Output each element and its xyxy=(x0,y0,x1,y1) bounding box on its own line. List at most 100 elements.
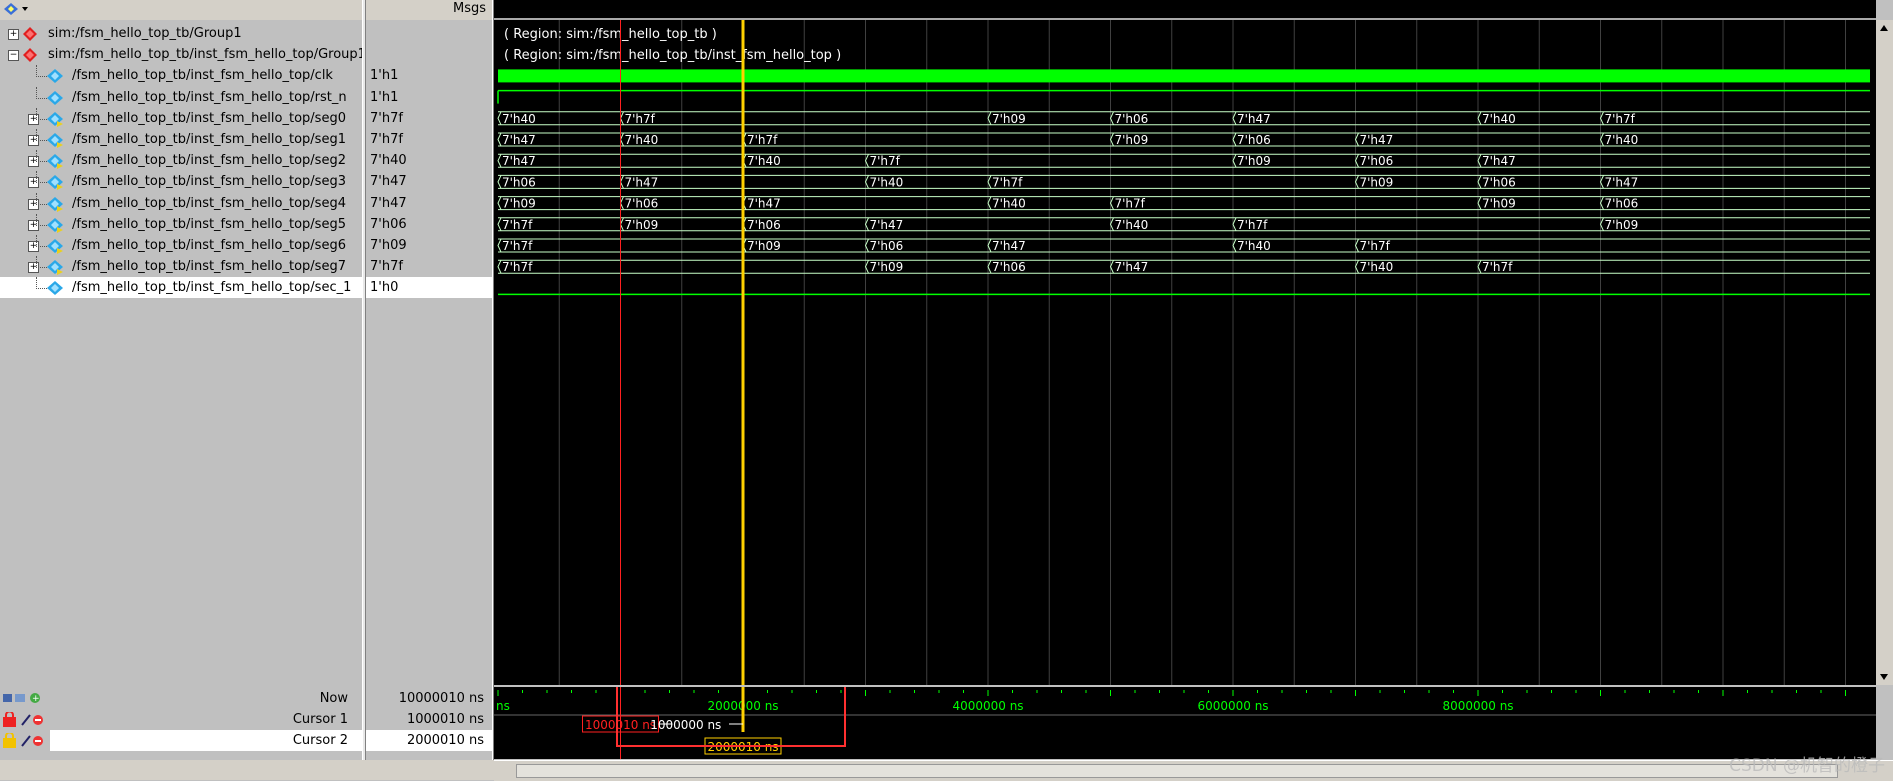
signal-row[interactable]: +/fsm_hello_top_tb/inst_fsm_hello_top/se… xyxy=(0,235,362,256)
now-row: + Now xyxy=(0,687,362,709)
axis-label: 4000000 ns xyxy=(952,699,1023,713)
signal-row[interactable]: +/fsm_hello_top_tb/inst_fsm_hello_top/se… xyxy=(0,150,362,171)
watermark: CSDN @机智的橙子 xyxy=(1729,756,1885,776)
signal-row[interactable]: +/fsm_hello_top_tb/inst_fsm_hello_top/se… xyxy=(0,129,362,150)
bus-value-label: 7'h7f xyxy=(625,112,656,126)
tree-line xyxy=(36,192,47,205)
signal-value: 7'h06 xyxy=(370,216,407,232)
cursor2-lock-icon[interactable] xyxy=(2,731,48,748)
signal-name: /fsm_hello_top_tb/inst_fsm_hello_top/seg… xyxy=(72,174,346,190)
signal-name: sim:/fsm_hello_top_tb/Group1 xyxy=(48,26,242,41)
signal-row[interactable]: − sim:/fsm_hello_top_tb/inst_fsm_hello_to… xyxy=(0,44,366,65)
cursor2-value[interactable]: 2000010 ns xyxy=(407,733,484,748)
bus-value-label: 7'h09 xyxy=(1115,133,1149,147)
bus-value-label: 7'h09 xyxy=(1237,154,1271,168)
vertical-scrollbar[interactable] xyxy=(1876,20,1893,685)
signal-row[interactable]: /fsm_hello_top_tb/inst_fsm_hello_top/clk xyxy=(0,65,362,86)
bus-value-label: 7'h7f xyxy=(1482,260,1513,274)
waveform-canvas[interactable]: ( Region: sim:/fsm_hello_top_tb ) ( Regio… xyxy=(494,20,1876,685)
cursor1-value[interactable]: 1000010 ns xyxy=(407,712,484,727)
cursor-value-pane: 10000010 ns 1000010 ns 2000010 ns xyxy=(366,687,492,779)
scroll-down-icon[interactable] xyxy=(1878,671,1890,683)
tree-line xyxy=(36,213,47,226)
tree-line xyxy=(36,277,47,290)
bus-value-label: 7'h40 xyxy=(1237,239,1271,253)
signal-name: /fsm_hello_top_tb/inst_fsm_hello_top/seg… xyxy=(72,153,346,169)
cursor1-lock-icon[interactable] xyxy=(2,710,48,727)
bus-value-label: 7'h40 xyxy=(1115,218,1149,232)
tree-line xyxy=(36,129,47,141)
cursor1-label: Cursor 1 xyxy=(292,712,348,727)
cursor-name-pane: + Now Cursor 1 Cursor 2 xyxy=(0,687,362,779)
signal-name-pane: + sim:/fsm_hello_top_tb/Group1 − sim:/fsm_h… xyxy=(0,20,366,685)
wave-hscroll[interactable] xyxy=(494,760,1893,781)
bus-value-label: 7'h06 xyxy=(502,175,536,189)
bus-transition xyxy=(497,259,502,274)
bus-value-label: 7'h47 xyxy=(1482,154,1516,168)
bus-transition xyxy=(497,153,502,168)
signal-row[interactable]: /fsm_hello_top_tb/inst_fsm_hello_top/rst… xyxy=(0,86,362,108)
now-label: Now xyxy=(319,691,348,706)
wave-hscroll-thumb[interactable] xyxy=(516,764,1838,778)
signal-row[interactable]: +/fsm_hello_top_tb/inst_fsm_hello_top/se… xyxy=(0,213,362,235)
signal-row[interactable]: + sim:/fsm_hello_top_tb/Group1 xyxy=(0,23,362,44)
bus-value-label: 7'h09 xyxy=(1482,197,1516,211)
axis-label: ns xyxy=(496,699,510,713)
signal-row[interactable]: +/fsm_hello_top_tb/inst_fsm_hello_top/se… xyxy=(0,107,362,129)
cursor-toolbar-icons[interactable]: + xyxy=(2,691,46,705)
left-hscroll[interactable] xyxy=(0,760,494,780)
delta-label: 1000000 ns xyxy=(650,718,721,732)
tree-line xyxy=(36,107,47,120)
bus-value-label: 7'h09 xyxy=(502,197,536,211)
signal-value: 7'h7f xyxy=(370,132,403,147)
sim-icon[interactable] xyxy=(2,1,30,17)
cursor-timeline-canvas[interactable]: ns 2000000 ns 4000000 ns 6000000 ns 8000000 … xyxy=(494,669,1876,759)
signal-value: 1'h0 xyxy=(366,277,492,299)
signal-row[interactable]: /fsm_hello_top_tb/inst_fsm_hello_top/sec… xyxy=(0,277,362,299)
clk-wave xyxy=(498,69,1870,83)
axis-label: 6000000 ns xyxy=(1197,699,1268,713)
signal-value: 7'h47 xyxy=(370,195,407,211)
cursor1-row[interactable]: Cursor 1 xyxy=(0,709,362,730)
bus-value-label: 7'h09 xyxy=(1605,218,1639,232)
tree-line xyxy=(36,150,47,163)
scroll-up-icon[interactable] xyxy=(1878,22,1890,34)
signal-value: 1'h1 xyxy=(370,68,399,84)
tree-line xyxy=(36,65,47,78)
bus-value-label: 7'h09 xyxy=(625,218,659,232)
bus-value-label: 7'h06 xyxy=(625,197,659,211)
tree-line xyxy=(36,171,47,184)
bus-value-label: 7'h40 xyxy=(1482,112,1516,126)
bus-value-label: 7'h47 xyxy=(1115,260,1149,274)
collapse-icon[interactable]: − xyxy=(8,50,19,62)
signal-value: 7'h40 xyxy=(370,153,407,169)
bus-value-label: 7'h06 xyxy=(747,218,781,232)
bus-value-label: 7'h7f xyxy=(502,239,533,253)
signal-value: 7'h7f xyxy=(370,259,403,275)
signal-icon xyxy=(46,280,64,303)
bus-value-label: 7'h06 xyxy=(992,260,1026,274)
signal-name: /fsm_hello_top_tb/inst_fsm_hello_top/rst… xyxy=(72,89,347,105)
signal-value: 1'h1 xyxy=(370,89,399,105)
bus-value-label: 7'h47 xyxy=(502,133,536,147)
cursor2-row[interactable]: Cursor 2 xyxy=(0,730,362,751)
bus-value-label: 7'h7f xyxy=(1605,112,1636,126)
bus-transition xyxy=(497,132,502,147)
signal-row[interactable]: +/fsm_hello_top_tb/inst_fsm_hello_top/se… xyxy=(0,192,362,214)
bus-transition xyxy=(497,217,502,232)
bus-value-label: 7'h06 xyxy=(1605,197,1639,211)
bus-value-label: 7'h06 xyxy=(1482,175,1516,189)
bus-value-label: 7'h7f xyxy=(502,218,533,232)
cursor-timeline-pane[interactable]: ns 2000000 ns 4000000 ns 6000000 ns 8000000 … xyxy=(494,669,1876,759)
expand-icon[interactable]: + xyxy=(8,29,19,40)
bus-value-label: 7'h06 xyxy=(1237,133,1271,147)
waveform-pane[interactable]: ( Region: sim:/fsm_hello_top_tb ) ( Regio… xyxy=(494,20,1876,685)
bus-value-label: 7'h40 xyxy=(870,175,904,189)
bus-value-label: 7'h09 xyxy=(870,260,904,274)
signal-row[interactable]: +/fsm_hello_top_tb/inst_fsm_hello_top/se… xyxy=(0,256,362,277)
bus-value-label: 7'h7f xyxy=(992,175,1023,189)
signal-row[interactable]: +/fsm_hello_top_tb/inst_fsm_hello_top/se… xyxy=(0,171,362,192)
bus-value-label: 7'h40 xyxy=(502,112,536,126)
msgs-label: Msgs xyxy=(452,1,486,16)
signal-name: /fsm_hello_top_tb/inst_fsm_hello_top/seg… xyxy=(72,259,346,275)
